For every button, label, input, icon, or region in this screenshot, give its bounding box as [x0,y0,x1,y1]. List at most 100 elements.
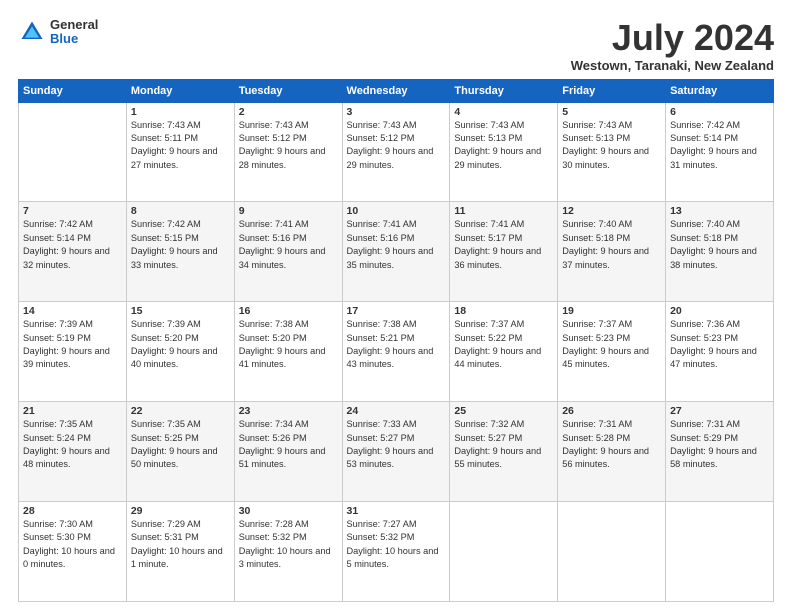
sunrise: Sunrise: 7:35 AM [23,419,93,429]
sunrise: Sunrise: 7:27 AM [347,519,417,529]
daylight: Daylight: 9 hours and 39 minutes. [23,346,110,369]
day-number: 15 [131,305,230,317]
calendar-cell: 23 Sunrise: 7:34 AM Sunset: 5:26 PM Dayl… [234,402,342,502]
day-number: 28 [23,505,122,517]
day-number: 5 [562,106,661,118]
calendar-cell: 7 Sunrise: 7:42 AM Sunset: 5:14 PM Dayli… [19,202,127,302]
header-tuesday: Tuesday [234,79,342,102]
calendar-week-1: 7 Sunrise: 7:42 AM Sunset: 5:14 PM Dayli… [19,202,774,302]
sunrise: Sunrise: 7:41 AM [347,219,417,229]
header-wednesday: Wednesday [342,79,450,102]
daylight: Daylight: 10 hours and 0 minutes. [23,546,115,569]
calendar-week-2: 14 Sunrise: 7:39 AM Sunset: 5:19 PM Dayl… [19,302,774,402]
header-monday: Monday [126,79,234,102]
sunrise: Sunrise: 7:43 AM [454,120,524,130]
day-number: 2 [239,106,338,118]
sunset: Sunset: 5:17 PM [454,233,522,243]
daylight: Daylight: 9 hours and 41 minutes. [239,346,326,369]
day-info: Sunrise: 7:43 AM Sunset: 5:12 PM Dayligh… [347,119,446,172]
daylight: Daylight: 9 hours and 50 minutes. [131,446,218,469]
day-number: 20 [670,305,769,317]
day-number: 17 [347,305,446,317]
calendar-cell: 29 Sunrise: 7:29 AM Sunset: 5:31 PM Dayl… [126,502,234,602]
day-number: 3 [347,106,446,118]
sunset: Sunset: 5:23 PM [562,333,630,343]
sunrise: Sunrise: 7:32 AM [454,419,524,429]
sunset: Sunset: 5:15 PM [131,233,199,243]
sunset: Sunset: 5:11 PM [131,133,198,143]
day-number: 21 [23,405,122,417]
sunset: Sunset: 5:13 PM [562,133,630,143]
sunset: Sunset: 5:23 PM [670,333,738,343]
sunrise: Sunrise: 7:41 AM [454,219,524,229]
calendar-cell: 30 Sunrise: 7:28 AM Sunset: 5:32 PM Dayl… [234,502,342,602]
day-info: Sunrise: 7:43 AM Sunset: 5:12 PM Dayligh… [239,119,338,172]
day-number: 31 [347,505,446,517]
sunrise: Sunrise: 7:43 AM [562,120,632,130]
sunrise: Sunrise: 7:43 AM [239,120,309,130]
sunset: Sunset: 5:27 PM [454,433,522,443]
calendar-cell: 19 Sunrise: 7:37 AM Sunset: 5:23 PM Dayl… [558,302,666,402]
day-info: Sunrise: 7:32 AM Sunset: 5:27 PM Dayligh… [454,418,553,471]
calendar-cell: 20 Sunrise: 7:36 AM Sunset: 5:23 PM Dayl… [666,302,774,402]
day-number: 11 [454,205,553,217]
sunset: Sunset: 5:20 PM [239,333,307,343]
day-number: 9 [239,205,338,217]
calendar-cell: 26 Sunrise: 7:31 AM Sunset: 5:28 PM Dayl… [558,402,666,502]
daylight: Daylight: 9 hours and 40 minutes. [131,346,218,369]
calendar-cell: 9 Sunrise: 7:41 AM Sunset: 5:16 PM Dayli… [234,202,342,302]
sunset: Sunset: 5:27 PM [347,433,415,443]
day-info: Sunrise: 7:37 AM Sunset: 5:22 PM Dayligh… [454,318,553,371]
title-section: July 2024 Westown, Taranaki, New Zealand [571,18,774,73]
sunrise: Sunrise: 7:39 AM [131,319,201,329]
sunrise: Sunrise: 7:33 AM [347,419,417,429]
calendar-cell: 8 Sunrise: 7:42 AM Sunset: 5:15 PM Dayli… [126,202,234,302]
sunset: Sunset: 5:18 PM [670,233,738,243]
logo-text: General Blue [50,18,98,47]
sunrise: Sunrise: 7:29 AM [131,519,201,529]
daylight: Daylight: 10 hours and 5 minutes. [347,546,439,569]
calendar-cell: 1 Sunrise: 7:43 AM Sunset: 5:11 PM Dayli… [126,102,234,202]
sunrise: Sunrise: 7:31 AM [562,419,632,429]
day-info: Sunrise: 7:38 AM Sunset: 5:21 PM Dayligh… [347,318,446,371]
sunrise: Sunrise: 7:39 AM [23,319,93,329]
day-info: Sunrise: 7:42 AM Sunset: 5:14 PM Dayligh… [23,218,122,271]
sunrise: Sunrise: 7:38 AM [239,319,309,329]
day-number: 26 [562,405,661,417]
day-number: 25 [454,405,553,417]
calendar-cell: 4 Sunrise: 7:43 AM Sunset: 5:13 PM Dayli… [450,102,558,202]
day-info: Sunrise: 7:43 AM Sunset: 5:13 PM Dayligh… [562,119,661,172]
day-info: Sunrise: 7:38 AM Sunset: 5:20 PM Dayligh… [239,318,338,371]
daylight: Daylight: 9 hours and 32 minutes. [23,246,110,269]
day-number: 8 [131,205,230,217]
sunrise: Sunrise: 7:31 AM [670,419,740,429]
daylight: Daylight: 9 hours and 47 minutes. [670,346,757,369]
daylight: Daylight: 9 hours and 53 minutes. [347,446,434,469]
daylight: Daylight: 9 hours and 37 minutes. [562,246,649,269]
day-number: 30 [239,505,338,517]
day-info: Sunrise: 7:43 AM Sunset: 5:11 PM Dayligh… [131,119,230,172]
calendar-cell [666,502,774,602]
day-info: Sunrise: 7:40 AM Sunset: 5:18 PM Dayligh… [670,218,769,271]
daylight: Daylight: 9 hours and 58 minutes. [670,446,757,469]
day-number: 14 [23,305,122,317]
calendar-cell: 21 Sunrise: 7:35 AM Sunset: 5:24 PM Dayl… [19,402,127,502]
header-sunday: Sunday [19,79,127,102]
page: General Blue July 2024 Westown, Taranaki… [0,0,792,612]
day-info: Sunrise: 7:41 AM Sunset: 5:17 PM Dayligh… [454,218,553,271]
day-info: Sunrise: 7:28 AM Sunset: 5:32 PM Dayligh… [239,518,338,571]
sunset: Sunset: 5:22 PM [454,333,522,343]
sunrise: Sunrise: 7:43 AM [131,120,201,130]
daylight: Daylight: 10 hours and 1 minute. [131,546,223,569]
daylight: Daylight: 9 hours and 48 minutes. [23,446,110,469]
daylight: Daylight: 9 hours and 28 minutes. [239,146,326,169]
calendar-cell: 31 Sunrise: 7:27 AM Sunset: 5:32 PM Dayl… [342,502,450,602]
sunset: Sunset: 5:32 PM [239,532,307,542]
sunset: Sunset: 5:19 PM [23,333,91,343]
day-info: Sunrise: 7:39 AM Sunset: 5:19 PM Dayligh… [23,318,122,371]
day-number: 12 [562,205,661,217]
sunrise: Sunrise: 7:40 AM [670,219,740,229]
sunset: Sunset: 5:28 PM [562,433,630,443]
daylight: Daylight: 9 hours and 56 minutes. [562,446,649,469]
day-info: Sunrise: 7:34 AM Sunset: 5:26 PM Dayligh… [239,418,338,471]
